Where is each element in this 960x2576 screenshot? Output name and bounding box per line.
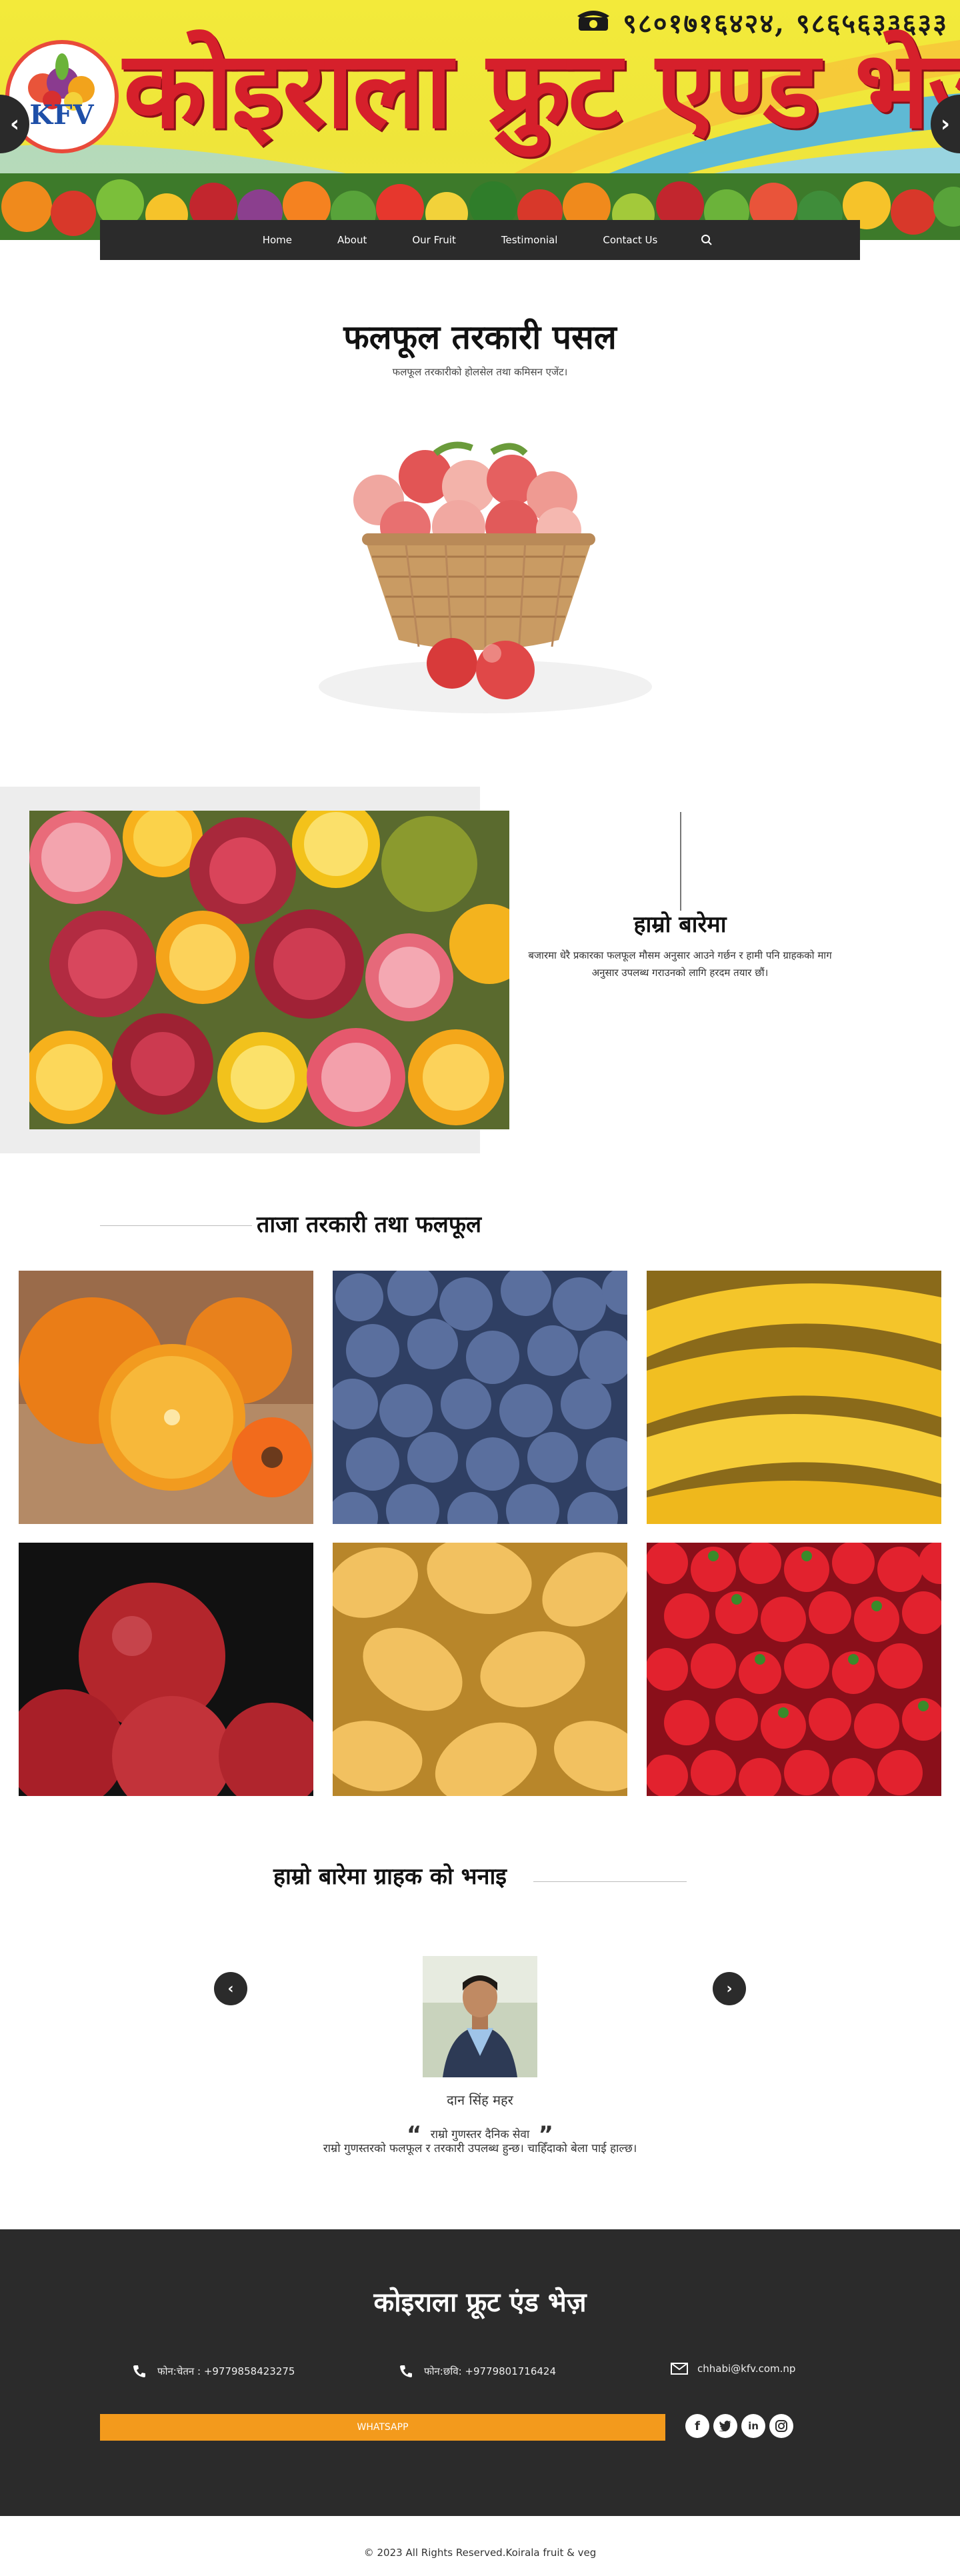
phone-icon <box>131 2363 148 2380</box>
testimonial-quote-text: राम्रो गुणस्तर दैनिक सेवा <box>430 2128 530 2141</box>
fruit-tile-mango[interactable] <box>333 1543 627 1796</box>
fresh-section-line <box>100 1225 252 1226</box>
hero-banner: ९८०१७१६४२४, ९८६५६३३६३३ KFV कोइराला फ्रुट… <box>0 0 960 240</box>
nav-contact-us[interactable]: Contact Us <box>580 234 680 246</box>
search-button[interactable] <box>693 227 720 253</box>
fresh-section-title: ताजा तरकारी तथा फलफूल <box>257 1211 482 1238</box>
chevron-right-icon: › <box>940 111 950 137</box>
footer-email[interactable]: chhabi@kfv.com.np <box>671 2360 795 2377</box>
nav-testimonial[interactable]: Testimonial <box>479 234 581 246</box>
about-text: बजारमा धेरै प्रकारका फलफूल मौसम अनुसार आ… <box>528 949 832 979</box>
email-icon <box>671 2360 688 2377</box>
facebook-icon[interactable]: f <box>685 2414 709 2438</box>
testimonial-next-button[interactable]: › <box>713 1972 746 2005</box>
about-title: हाम्रो बारेमा <box>633 911 727 938</box>
fruit-tile-blueberry[interactable] <box>333 1271 627 1524</box>
page: ९८०१७१६४२४, ९८६५६३३६३३ KFV कोइराला फ्रुट… <box>0 0 960 2576</box>
chevron-left-icon: ‹ <box>9 111 19 137</box>
nav-home[interactable]: Home <box>240 234 315 246</box>
customer-name: दान सिंह महर <box>447 2092 513 2108</box>
testimonial-prev-button[interactable]: ‹ <box>214 1972 247 2005</box>
fruit-tile-orange[interactable] <box>19 1271 313 1524</box>
footer: कोइराला फ्रूट एंड भेज़ फोन:चेतन : +97798… <box>0 2229 960 2516</box>
footer-phone-2-text: फोन:छवि: +9779801716424 <box>424 2365 557 2377</box>
whatsapp-button[interactable]: WHATSAPP <box>100 2414 665 2441</box>
intro-title: फलफूल तरकारी पसल <box>343 318 617 357</box>
footer-phone-1-text: फोन:चेतन : +9779858423275 <box>157 2365 295 2377</box>
copyright: © 2023 All Rights Reserved.Koirala fruit… <box>363 2547 597 2559</box>
banner-title: कोइराला फ्रुट एण्ड भेज <box>123 27 960 152</box>
nav-about[interactable]: About <box>315 234 389 246</box>
testimonial-section-title: हाम्रो बारेमा ग्राहक को भनाइ <box>273 1863 507 1890</box>
customer-photo <box>423 1956 537 2077</box>
main-nav: Home About Our Fruit Testimonial Contact… <box>100 220 860 260</box>
instagram-icon[interactable] <box>769 2414 793 2438</box>
apple-basket-image <box>319 441 652 713</box>
intro-subtitle: फलफूल तरकारीको होलसेल तथा कमिसन एजेंट। <box>392 366 568 378</box>
fruit-tile-strawberry[interactable] <box>647 1543 941 1796</box>
testimonial-text: राम्रो गुणस्तरको फलफूल र तरकारी उपलब्ध ह… <box>323 2142 637 2155</box>
footer-phone-1[interactable]: फोन:चेतन : +9779858423275 <box>131 2363 295 2380</box>
footer-email-text: chhabi@kfv.com.np <box>697 2363 796 2375</box>
fruit-tile-banana[interactable] <box>647 1271 941 1524</box>
fruit-tile-apple[interactable] <box>19 1543 313 1796</box>
chevron-left-icon: ‹ <box>227 1980 234 1997</box>
testimonial-section-line <box>533 1881 687 1882</box>
social-links: f in <box>685 2414 793 2438</box>
chevron-right-icon: › <box>726 1980 733 1997</box>
about-fruit-image <box>29 811 509 1129</box>
twitter-icon[interactable] <box>713 2414 737 2438</box>
linkedin-icon[interactable]: in <box>741 2414 765 2438</box>
footer-title: कोइराला फ्रूट एंड भेज़ <box>373 2287 587 2318</box>
about-divider <box>680 812 681 911</box>
nav-our-fruit[interactable]: Our Fruit <box>389 234 479 246</box>
footer-phone-2[interactable]: फोन:छवि: +9779801716424 <box>397 2363 556 2380</box>
phone-icon <box>397 2363 415 2380</box>
search-icon <box>701 235 713 245</box>
